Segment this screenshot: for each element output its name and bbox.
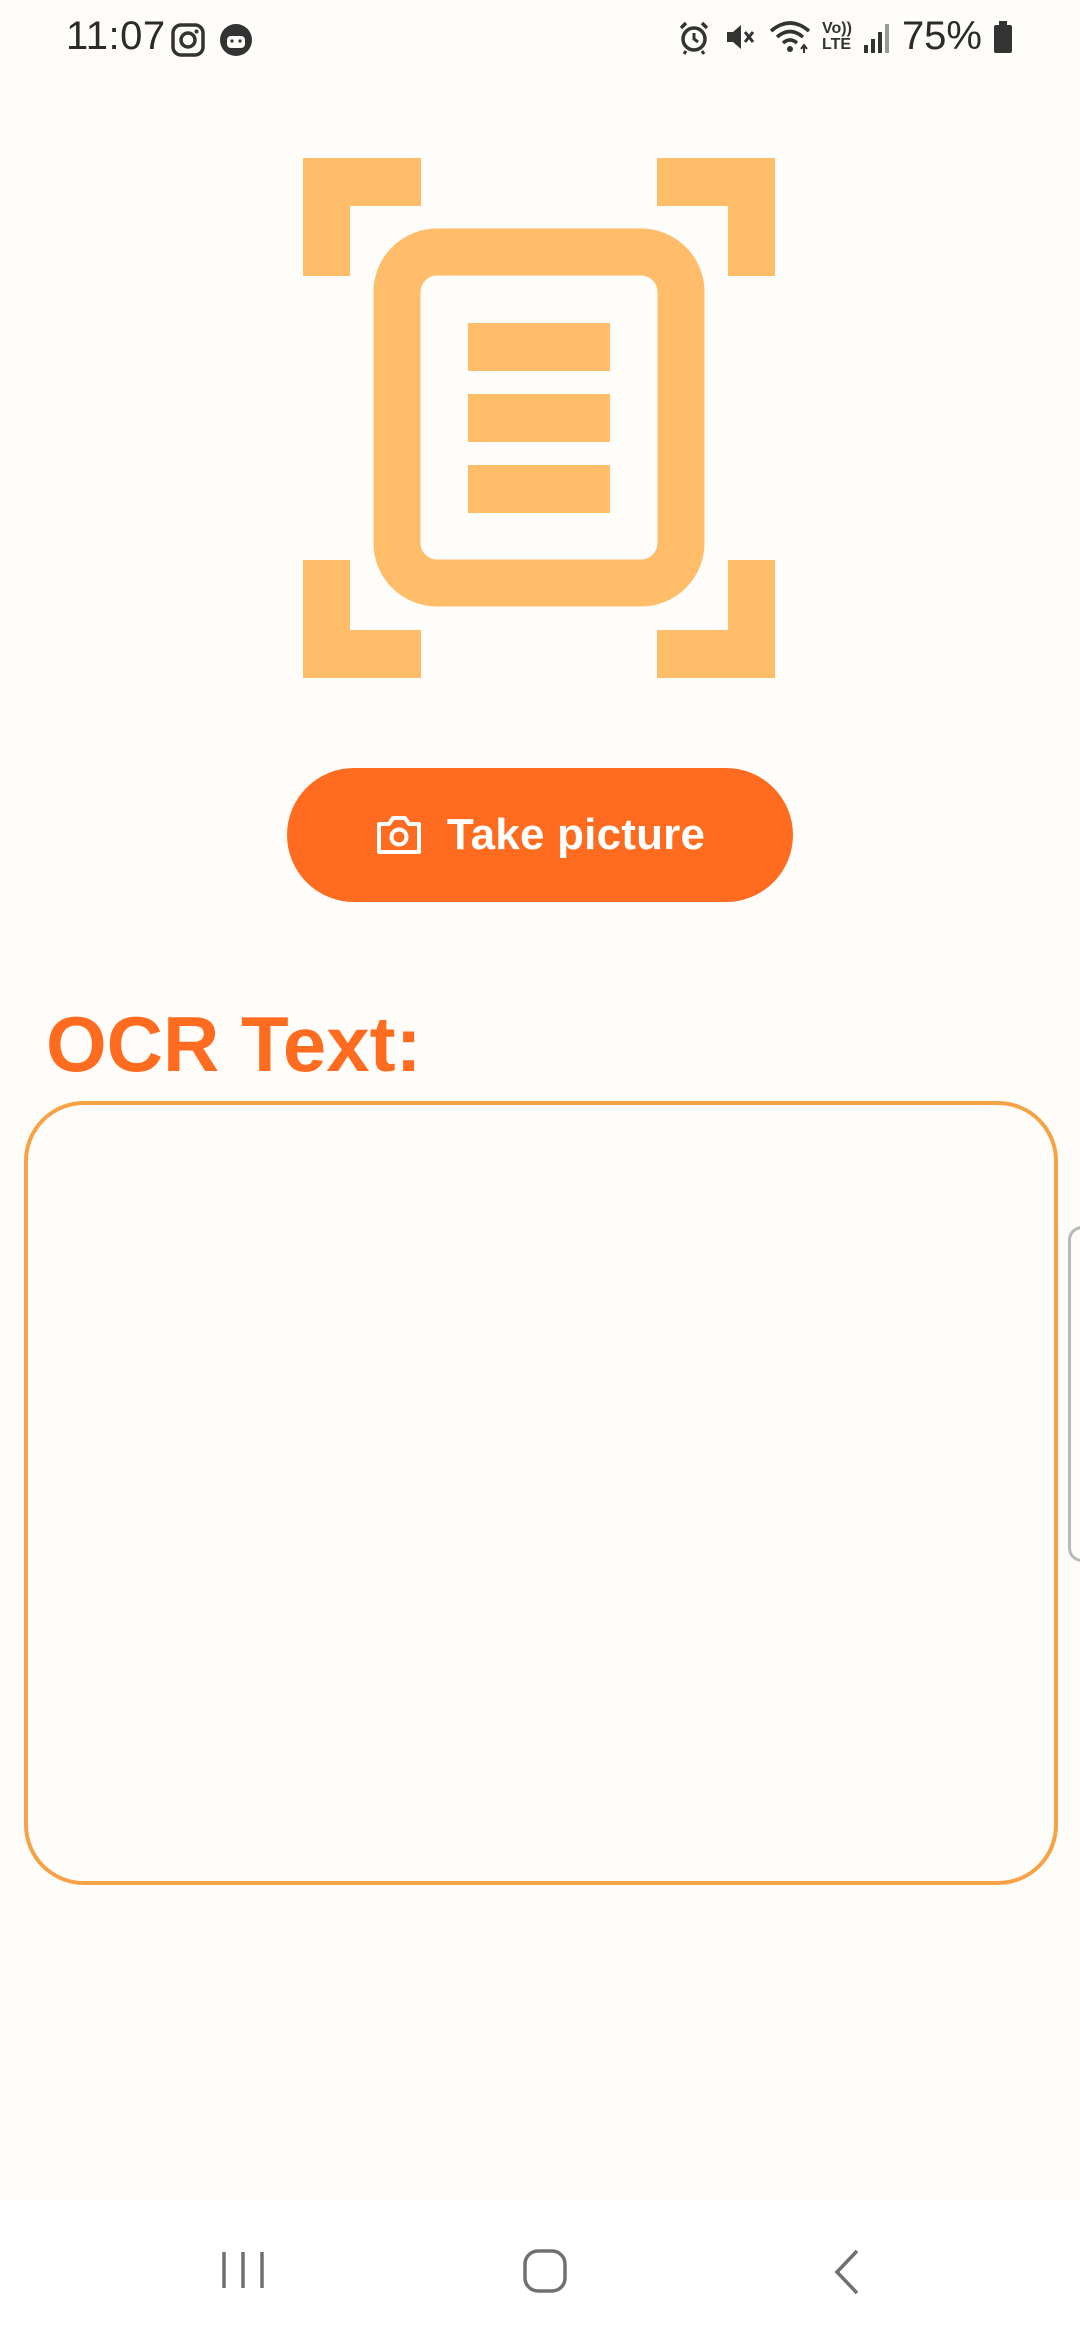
alarm-icon (679, 21, 709, 55)
wifi-icon (769, 20, 811, 53)
volte-label-bottom: LTE (822, 35, 852, 53)
camera-icon (376, 816, 421, 854)
battery-percentage: 75% (901, 14, 982, 58)
edge-panel-handle[interactable] (1068, 1226, 1080, 1562)
status-bar: 11:07 Vo)) LTE 75% (0, 0, 1080, 84)
status-left-icons (170, 22, 254, 58)
status-right-icons: Vo)) LTE 75% (676, 14, 1014, 59)
back-icon[interactable] (832, 2248, 862, 2296)
home-icon[interactable] (522, 2248, 568, 2294)
instagram-icon (171, 23, 205, 57)
notification-app-icon (220, 24, 252, 56)
recent-apps-icon[interactable] (220, 2248, 266, 2292)
status-time: 11:07 (66, 14, 166, 58)
document-scanner-icon (303, 158, 775, 678)
signal-icon (863, 23, 889, 53)
volte-label-top: Vo)) (822, 19, 852, 37)
take-picture-label: Take picture (446, 810, 706, 859)
volte-icon: Vo)) LTE (822, 19, 852, 53)
battery-icon (994, 20, 1012, 53)
mute-icon (727, 24, 755, 49)
take-picture-button[interactable]: Take picture (287, 768, 793, 902)
ocr-text-heading: OCR Text: (46, 1000, 422, 1088)
navigation-bar (0, 2200, 1080, 2340)
ocr-text-field[interactable] (24, 1101, 1058, 1885)
